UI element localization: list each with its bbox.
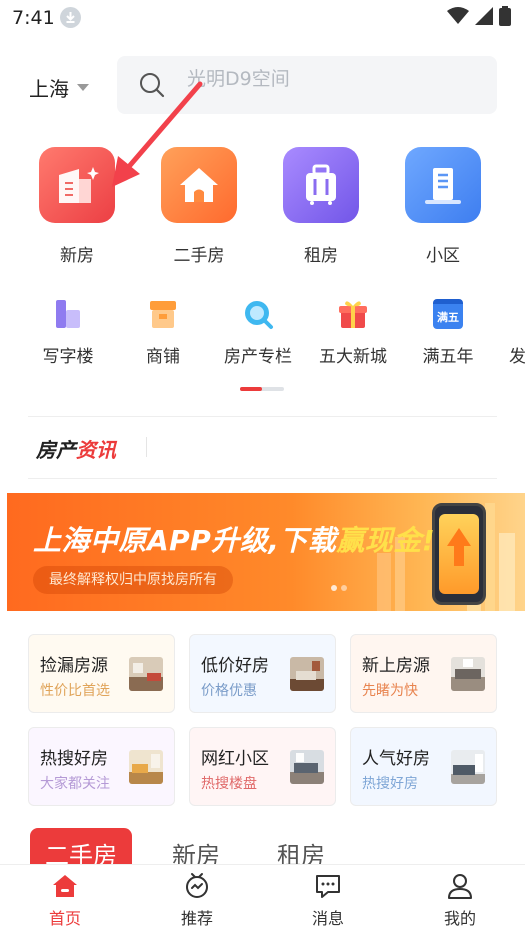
card-bargain-listings[interactable]: 捡漏房源 性价比首选 (28, 634, 175, 713)
card-new-listings[interactable]: 新上房源 先睹为快 (350, 634, 497, 713)
card-title: 网红小区 (201, 749, 269, 769)
news-title-a: 房产 (36, 438, 76, 462)
card-subtitle: 热搜好房 (362, 776, 418, 792)
community-icon (405, 147, 481, 223)
partial-icon (490, 296, 525, 332)
card-subtitle: 大家都关注 (40, 776, 110, 792)
status-time: 7:41 (12, 7, 55, 29)
card-low-price[interactable]: 低价好房 价格优惠 (189, 634, 336, 713)
card-title: 新上房源 (362, 656, 430, 676)
search-placeholder: 光明D9空间 (187, 68, 290, 90)
tab-second-hand[interactable]: 二手房 (30, 828, 132, 868)
column-icon (240, 296, 276, 332)
card-popular-homes[interactable]: 人气好房 热搜好房 (350, 727, 497, 806)
news-section-title[interactable]: 房产资讯 (36, 434, 116, 463)
nav-home[interactable]: 首页 (25, 871, 105, 929)
promo-banner[interactable]: 上海中原APP升级,下载赢现金! 最终解释权归中原找房所有 (7, 493, 525, 611)
wifi-icon (447, 7, 469, 24)
nav-profile[interactable]: 我的 (420, 871, 500, 929)
subcategory-label: 写字楼 (42, 347, 94, 367)
signal-icon (475, 7, 493, 25)
category-label: 二手房 (173, 246, 225, 266)
room-thumbnail (451, 657, 485, 691)
caret-down-icon (77, 84, 89, 91)
card-hot-search[interactable]: 热搜好房 大家都关注 (28, 727, 175, 806)
nav-label: 推荐 (180, 909, 213, 928)
divider (28, 416, 497, 417)
nav-messages[interactable]: 消息 (288, 871, 368, 929)
calendar-badge: 满五 (433, 299, 463, 329)
card-title: 低价好房 (201, 656, 269, 676)
news-separator (146, 437, 147, 457)
category-label: 租房 (304, 246, 338, 266)
news-title-b: 资讯 (76, 438, 116, 462)
room-thumbnail (129, 657, 163, 691)
subcategory-label: 发 (509, 347, 525, 367)
suitcase-icon (283, 147, 359, 223)
card-title: 捡漏房源 (40, 656, 108, 676)
banner-disclaimer: 最终解释权归中原找房所有 (33, 566, 233, 594)
card-trending-community[interactable]: 网红小区 热搜楼盘 (189, 727, 336, 806)
status-bar: 7:41 (0, 0, 525, 36)
phone-screen-graphic (439, 514, 479, 594)
house-icon (161, 147, 237, 223)
city-selector[interactable]: 上海 (29, 73, 89, 102)
status-icons (447, 6, 511, 26)
banner-headline-a: 上海中原APP升级,下载 (33, 524, 337, 557)
card-subtitle: 性价比首选 (40, 683, 110, 699)
subcategory-shop[interactable]: 商铺 (113, 296, 213, 367)
search-icon (140, 73, 165, 98)
room-thumbnail (290, 750, 324, 784)
subcategory-label: 五大新城 (319, 347, 387, 367)
banner-headline-b: 赢现金! (336, 524, 436, 557)
calendar-icon: 满五 (430, 296, 466, 332)
recommend-icon (157, 871, 237, 901)
divider (28, 478, 497, 479)
subcategory-five-new-towns[interactable]: 五大新城 (303, 296, 403, 367)
page-indicator (240, 387, 284, 391)
card-subtitle: 热搜楼盘 (201, 776, 257, 792)
subcategory-label: 满五年 (422, 347, 474, 367)
profile-icon (420, 871, 500, 901)
shop-icon (145, 296, 181, 332)
subcategory-office[interactable]: 写字楼 (18, 296, 118, 367)
battery-icon (499, 6, 511, 26)
building-icon (39, 147, 115, 223)
search-bar[interactable]: 光明D9空间 (117, 56, 497, 114)
nav-label: 消息 (311, 909, 344, 928)
nav-label: 首页 (48, 909, 81, 928)
page-indicator-active (240, 387, 262, 391)
subcategory-label: 房产专栏 (224, 347, 292, 367)
card-title: 热搜好房 (40, 749, 108, 769)
banner-headline: 上海中原APP升级,下载赢现金! (33, 519, 435, 559)
category-rent[interactable]: 租房 (271, 147, 371, 266)
gift-icon (335, 296, 371, 332)
card-subtitle: 价格优惠 (201, 683, 257, 699)
category-new-house[interactable]: 新房 (27, 147, 127, 266)
city-label: 上海 (29, 77, 69, 101)
nav-recommend[interactable]: 推荐 (157, 871, 237, 929)
subcategory-label: 商铺 (146, 347, 180, 367)
office-icon (50, 296, 86, 332)
phone-graphic (432, 503, 486, 605)
category-second-hand[interactable]: 二手房 (149, 147, 249, 266)
category-label: 新房 (60, 246, 94, 266)
nav-label: 我的 (443, 909, 476, 928)
category-community[interactable]: 小区 (393, 147, 493, 266)
room-thumbnail (451, 750, 485, 784)
category-label: 小区 (426, 246, 460, 266)
card-subtitle: 先睹为快 (362, 683, 418, 699)
message-icon (288, 871, 368, 901)
download-icon (60, 7, 81, 28)
banner-page-dots (331, 585, 347, 591)
room-thumbnail (290, 657, 324, 691)
bottom-nav: 首页 推荐 消息 我的 (0, 864, 525, 936)
room-thumbnail (129, 750, 163, 784)
subcategory-five-years[interactable]: 满五 满五年 (398, 296, 498, 367)
subcategory-column[interactable]: 房产专栏 (208, 296, 308, 367)
home-icon (25, 871, 105, 901)
card-title: 人气好房 (362, 749, 430, 769)
subcategory-partial[interactable]: 发 (490, 296, 525, 367)
